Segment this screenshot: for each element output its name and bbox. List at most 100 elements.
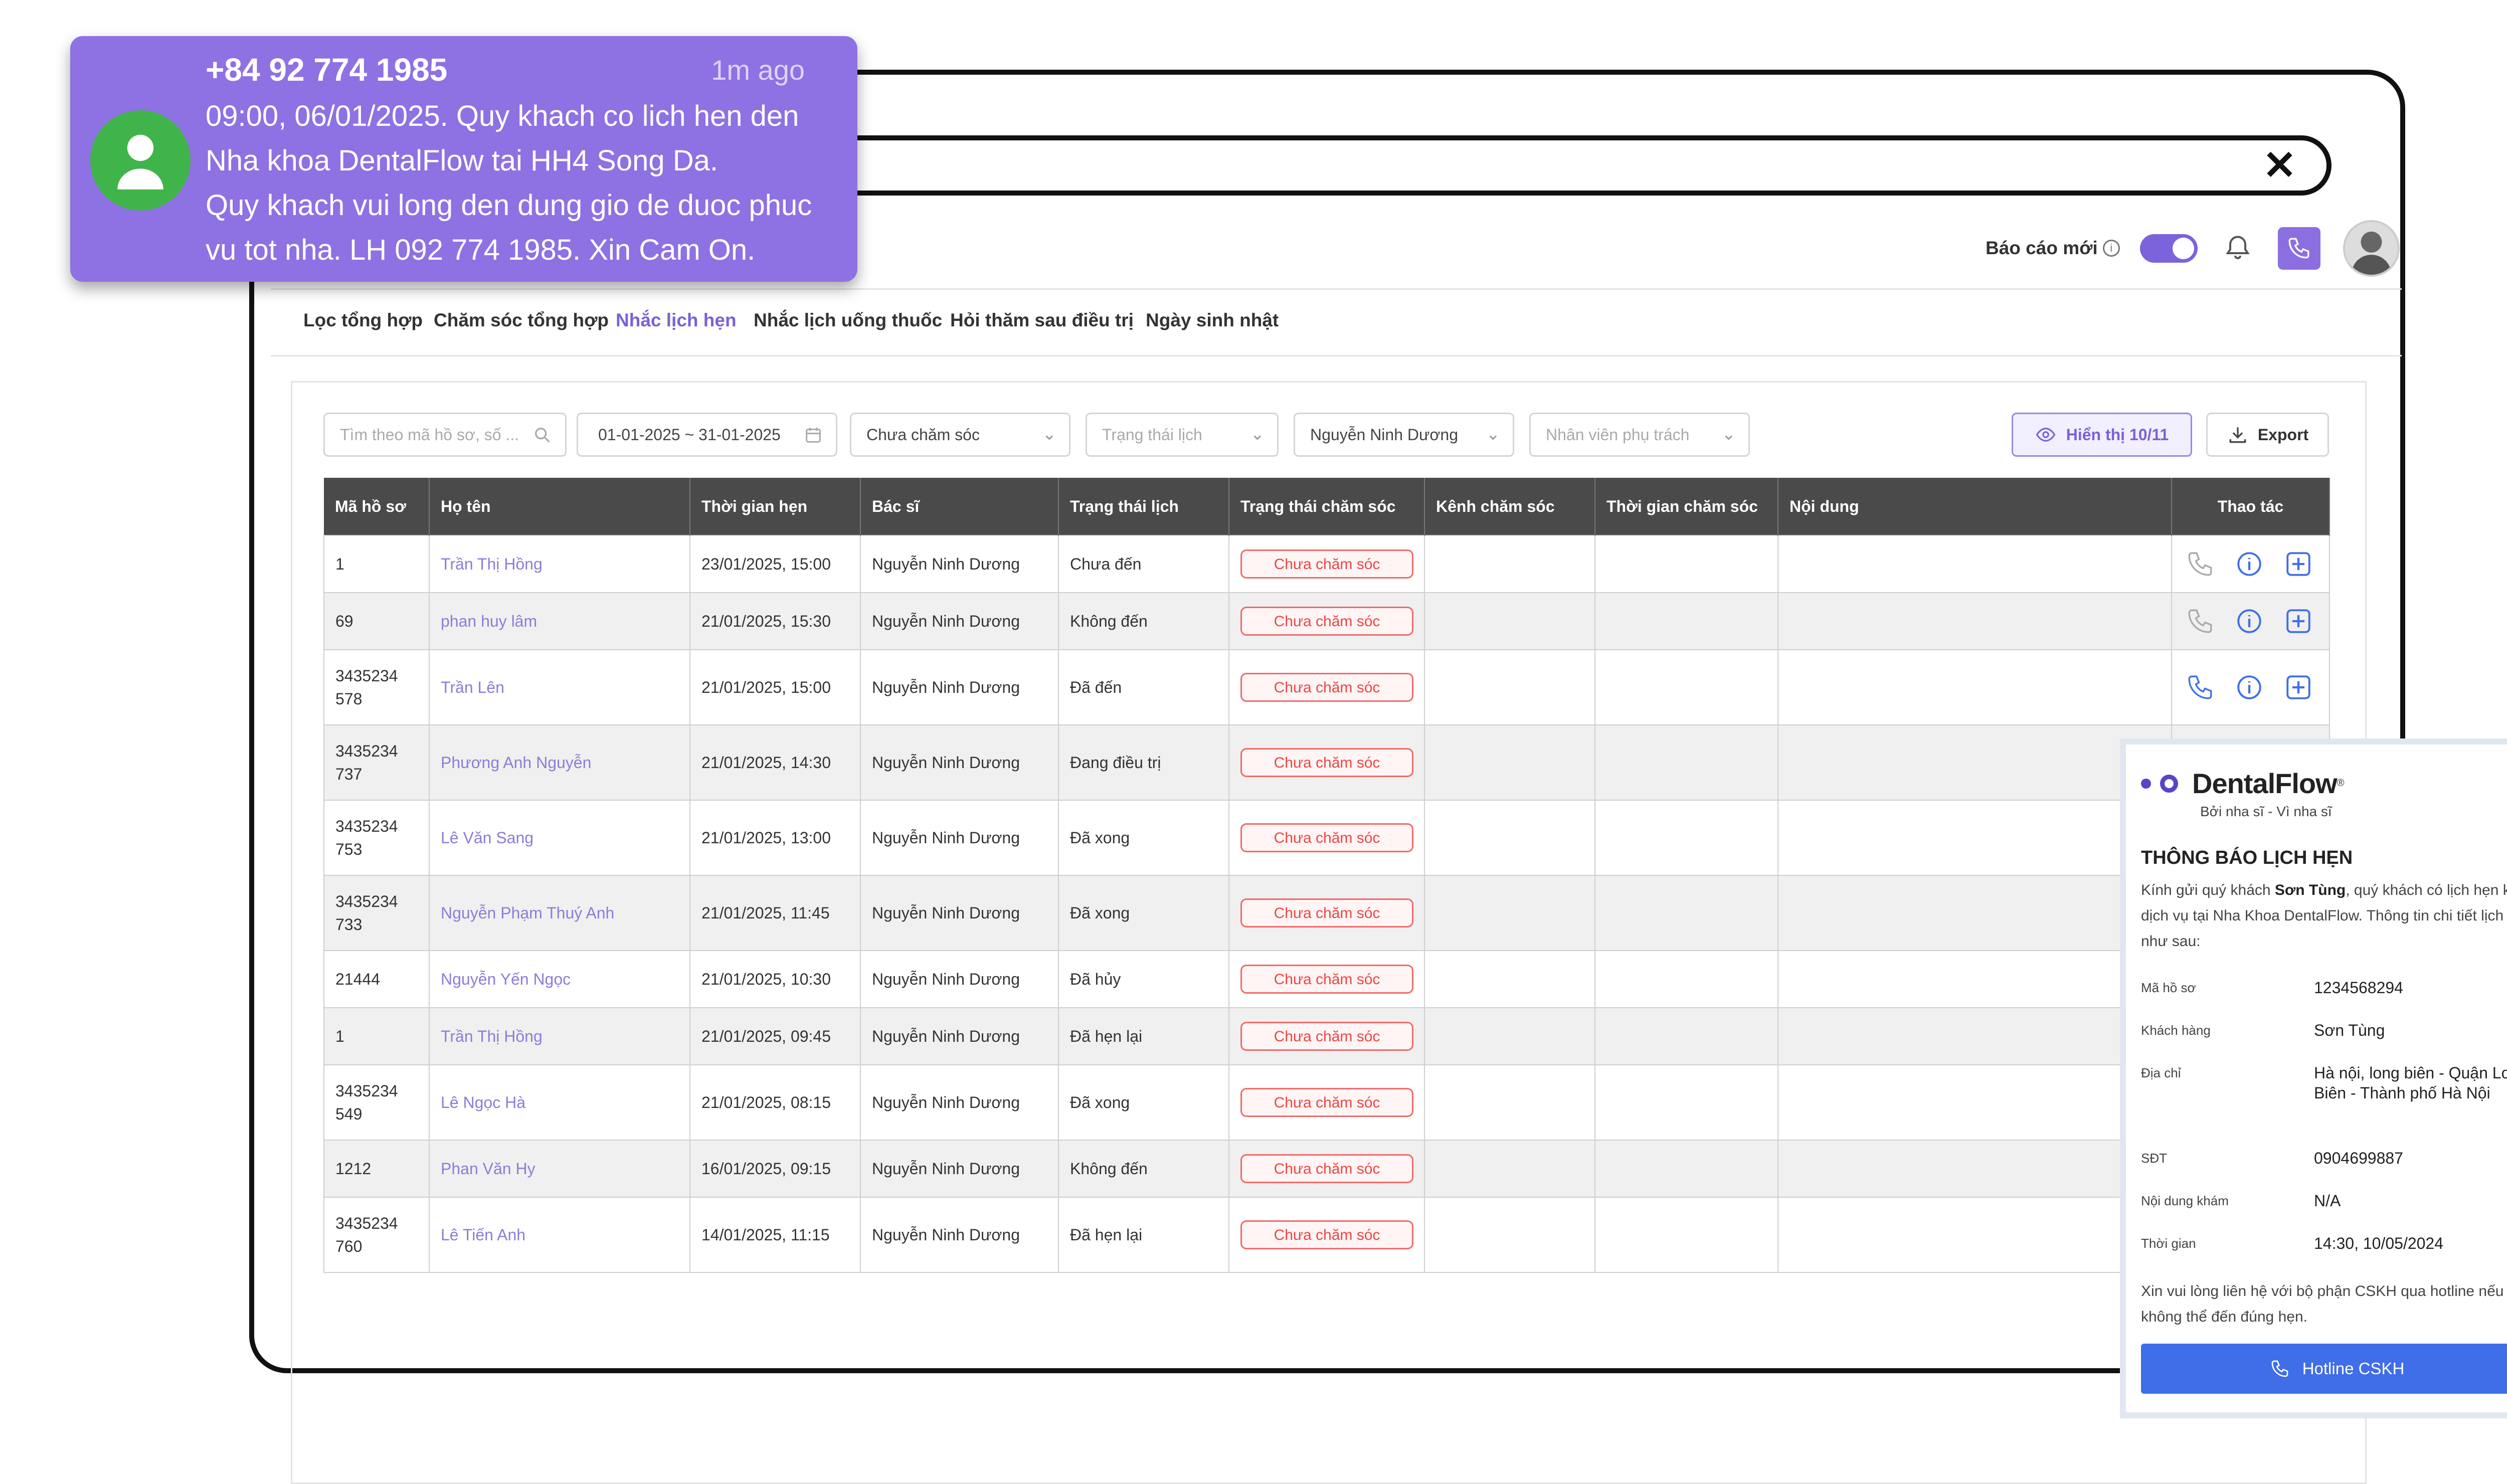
export-button[interactable]: Export	[2206, 413, 2329, 457]
cell-trang-thai-cham-soc: Chưa chăm sóc	[1228, 950, 1425, 1008]
care-status-select[interactable]: Chưa chăm sóc ⌄	[850, 413, 1070, 457]
patient-name-link[interactable]: Phan Văn Hy	[429, 1140, 690, 1198]
patient-name-link[interactable]: phan huy lâm	[429, 592, 690, 650]
cell-thoi-gian-cham-soc	[1594, 535, 1778, 593]
table-row[interactable]: 21444 Nguyễn Yến Ngọc 21/01/2025, 10:30 …	[323, 950, 2330, 1008]
col-kenh-cham-soc[interactable]: Kênh chăm sóc	[1424, 478, 1595, 535]
chevron-down-icon: ⌄	[1250, 425, 1265, 444]
col-thoi-gian-hen[interactable]: Thời gian hẹn	[690, 478, 861, 535]
info-icon[interactable]	[2235, 607, 2264, 636]
table-row[interactable]: 3435234549 Lê Ngọc Hà 21/01/2025, 08:15 …	[323, 1064, 2330, 1141]
patient-name-link[interactable]: Trần Lên	[429, 649, 690, 725]
col-bac-si[interactable]: Bác sĩ	[860, 478, 1059, 535]
sms-notification[interactable]: +84 92 774 1985 1m ago 09:00, 06/01/2025…	[70, 36, 857, 282]
email-intro: Kính gửi quý khách Sơn Tùng, quý khách c…	[2141, 877, 2507, 954]
col-noi-dung[interactable]: Nội dung	[1778, 478, 2172, 535]
table-row[interactable]: 3435234737 Phương Anh Nguyễn 21/01/2025,…	[323, 724, 2330, 801]
add-icon[interactable]	[2284, 673, 2313, 702]
search-placeholder: Tìm theo mã hồ sơ, số ...	[340, 425, 519, 444]
care-status-badge: Chưa chăm sóc	[1240, 965, 1413, 994]
table-row[interactable]: 1 Trần Thị Hồng 23/01/2025, 15:00 Nguyễn…	[323, 535, 2330, 593]
cell-thao-tac	[2171, 592, 2330, 650]
doctor-value: Nguyễn Ninh Dương	[1310, 425, 1458, 444]
bell-icon[interactable]	[2223, 233, 2253, 263]
phone-icon[interactable]	[2186, 607, 2215, 636]
close-icon[interactable]: ✕	[2263, 145, 2296, 186]
tab-ngay-sinh-nhat[interactable]: Ngày sinh nhật	[1146, 310, 1279, 331]
appointments-table: Mã hồ sơ Họ tên Thời gian hẹn Bác sĩ Trạ…	[323, 478, 2330, 1273]
patient-name-link[interactable]: Lê Tiến Anh	[429, 1197, 690, 1273]
table-row[interactable]: 69 phan huy lâm 21/01/2025, 15:30 Nguyễn…	[323, 592, 2330, 650]
cell-kenh-cham-soc	[1424, 800, 1595, 876]
table-row[interactable]: 3435234760 Lê Tiến Anh 14/01/2025, 11:15…	[323, 1197, 2330, 1273]
patient-name-link[interactable]: Trần Thị Hồng	[429, 1007, 690, 1065]
col-trang-thai-lich[interactable]: Trạng thái lịch	[1058, 478, 1229, 535]
patient-name-link[interactable]: Nguyễn Yến Ngọc	[429, 950, 690, 1008]
search-input[interactable]: Tìm theo mã hồ sơ, số ...	[323, 413, 567, 457]
cell-thoi-gian-cham-soc	[1594, 875, 1778, 951]
col-trang-thai-cham-soc[interactable]: Trạng thái chăm sóc	[1229, 478, 1425, 535]
col-ho-ten[interactable]: Họ tên	[429, 478, 690, 535]
cell-bac-si: Nguyễn Ninh Dương	[860, 1197, 1059, 1273]
time-label: Thời gian	[2141, 1236, 2196, 1251]
table-row[interactable]: 3435234753 Lê Văn Sang 21/01/2025, 13:00…	[323, 800, 2330, 876]
tab-nhac-lich-uong-thuoc[interactable]: Nhắc lịch uống thuốc	[754, 310, 942, 331]
cell-thoi-gian-hen: 23/01/2025, 15:00	[689, 535, 861, 593]
cell-bac-si: Nguyễn Ninh Dương	[860, 1140, 1059, 1198]
view-columns-button[interactable]: Hiển thị 10/11	[2012, 413, 2192, 457]
brand-mark: ®	[2337, 778, 2345, 789]
patient-name-link[interactable]: Lê Ngọc Hà	[429, 1064, 690, 1141]
patient-name-link[interactable]: Phương Anh Nguyễn	[429, 724, 690, 801]
patient-name-link[interactable]: Nguyễn Phạm Thuý Anh	[429, 875, 690, 951]
phone-icon[interactable]	[2186, 549, 2215, 579]
care-status-value: Chưa chăm sóc	[866, 425, 980, 444]
table-row[interactable]: 3435234733 Nguyễn Phạm Thuý Anh 21/01/20…	[323, 875, 2330, 951]
record-id: 3435234760	[335, 1214, 398, 1255]
record-id: 3435234733	[335, 892, 398, 934]
info-icon[interactable]	[2235, 549, 2264, 579]
date-range-picker[interactable]: 01-01-2025 ~ 31-01-2025	[577, 413, 837, 457]
patient-name-link[interactable]: Lê Văn Sang	[429, 800, 690, 876]
report-toggle[interactable]	[2139, 234, 2198, 263]
tab-hoi-tham[interactable]: Hỏi thăm sau điều trị	[950, 310, 1134, 331]
cell-kenh-cham-soc	[1424, 950, 1595, 1008]
logo-ring	[2160, 774, 2178, 793]
table-row[interactable]: 1212 Phan Văn Hy 16/01/2025, 09:15 Nguyễ…	[323, 1140, 2330, 1198]
user-avatar[interactable]	[2343, 220, 2400, 277]
info-icon[interactable]: i	[2102, 240, 2120, 257]
cell-ma-ho-so: 1	[323, 1007, 430, 1065]
cell-noi-dung	[1777, 950, 2172, 1008]
cell-thao-tac	[2171, 649, 2330, 725]
call-button[interactable]	[2277, 227, 2320, 270]
staff-select[interactable]: Nhân viên phụ trách ⌄	[1529, 413, 1750, 457]
content-value: N/A	[2314, 1192, 2341, 1210]
phone-icon[interactable]	[2186, 673, 2215, 702]
col-ma-ho-so[interactable]: Mã hồ sơ	[324, 478, 430, 535]
table-row[interactable]: 3435234578 Trần Lên 21/01/2025, 15:00 Ng…	[323, 649, 2330, 725]
col-thoi-gian-cham-soc[interactable]: Thời gian chăm sóc	[1595, 478, 1778, 535]
add-icon[interactable]	[2284, 607, 2313, 636]
add-icon[interactable]	[2284, 549, 2313, 579]
schedule-status-select[interactable]: Trạng thái lịch ⌄	[1086, 413, 1279, 457]
cell-trang-thai-cham-soc: Chưa chăm sóc	[1228, 724, 1425, 801]
cell-trang-thai-cham-soc: Chưa chăm sóc	[1228, 535, 1425, 593]
cell-kenh-cham-soc	[1424, 1197, 1595, 1273]
patient-name-link[interactable]: Trần Thị Hồng	[429, 535, 690, 593]
doctor-select[interactable]: Nguyễn Ninh Dương ⌄	[1294, 413, 1514, 457]
tab-nhac-lich-hen[interactable]: Nhắc lịch hẹn	[616, 310, 737, 331]
cell-bac-si: Nguyễn Ninh Dương	[860, 1064, 1059, 1141]
info-icon[interactable]	[2235, 673, 2264, 702]
tab-cham-soc-tong-hop[interactable]: Chăm sóc tổng hợp	[434, 310, 609, 331]
cell-trang-thai-lich: Không đến	[1058, 592, 1229, 650]
brand-name: DentalFlow	[2192, 768, 2338, 799]
cell-ma-ho-so: 3435234753	[323, 800, 430, 876]
address-label: Địa chỉ	[2141, 1065, 2181, 1080]
tab-loc-tong-hop[interactable]: Lọc tổng hợp	[303, 310, 423, 331]
table-row[interactable]: 1 Trần Thị Hồng 21/01/2025, 09:45 Nguyễn…	[323, 1007, 2330, 1065]
search-icon	[535, 428, 550, 443]
record-id: 1212	[335, 1159, 372, 1178]
phone-label: SĐT	[2141, 1151, 2167, 1166]
calendar-icon	[806, 428, 821, 443]
address-value: Hà nội, long biên - Quận Long Biên - Thà…	[2314, 1064, 2507, 1102]
hotline-button[interactable]: Hotline CSKH	[2141, 1344, 2507, 1394]
